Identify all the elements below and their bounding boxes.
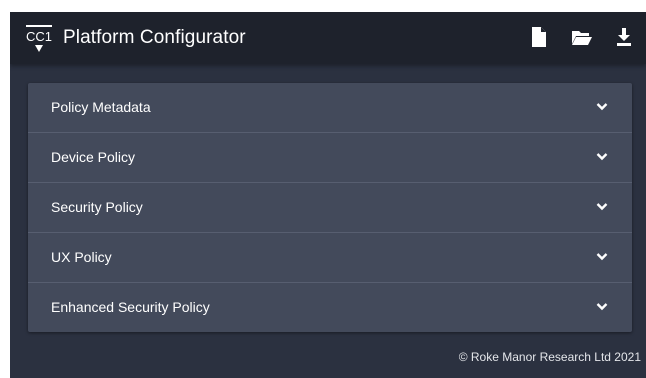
panel-security-policy[interactable]: Security Policy xyxy=(28,183,632,233)
panel-label: UX Policy xyxy=(51,249,112,265)
download-icon xyxy=(617,28,631,46)
panel-enhanced-security-policy[interactable]: Enhanced Security Policy xyxy=(28,283,632,332)
app-window: CC1 Platform Configurator Policy Metadat… xyxy=(10,12,646,378)
panel-label: Security Policy xyxy=(51,199,143,215)
open-folder-button[interactable] xyxy=(571,26,593,48)
chevron-down-icon xyxy=(596,253,608,261)
panel-ux-policy[interactable]: UX Policy xyxy=(28,233,632,283)
panel-label: Policy Metadata xyxy=(51,99,151,115)
panel-label: Device Policy xyxy=(51,149,136,165)
panel-policy-metadata[interactable]: Policy Metadata xyxy=(28,83,632,133)
panel-label: Enhanced Security Policy xyxy=(51,299,210,315)
app-header: CC1 Platform Configurator xyxy=(10,12,646,64)
new-file-button[interactable] xyxy=(528,26,550,48)
logo-icon: CC1 xyxy=(25,24,53,54)
folder-open-icon xyxy=(572,31,592,45)
panel-device-policy[interactable]: Device Policy xyxy=(28,133,632,183)
copyright-text: © Roke Manor Research Ltd 2021 xyxy=(458,350,641,364)
chevron-down-icon xyxy=(596,153,608,161)
svg-text:CC1: CC1 xyxy=(26,29,52,44)
chevron-down-icon xyxy=(596,303,608,311)
chevron-down-icon xyxy=(596,103,608,111)
chevron-down-icon xyxy=(596,203,608,211)
file-icon xyxy=(532,27,546,47)
app-title: Platform Configurator xyxy=(63,27,246,48)
download-button[interactable] xyxy=(613,26,635,48)
policy-accordion: Policy Metadata Device Policy Security P… xyxy=(28,83,632,332)
